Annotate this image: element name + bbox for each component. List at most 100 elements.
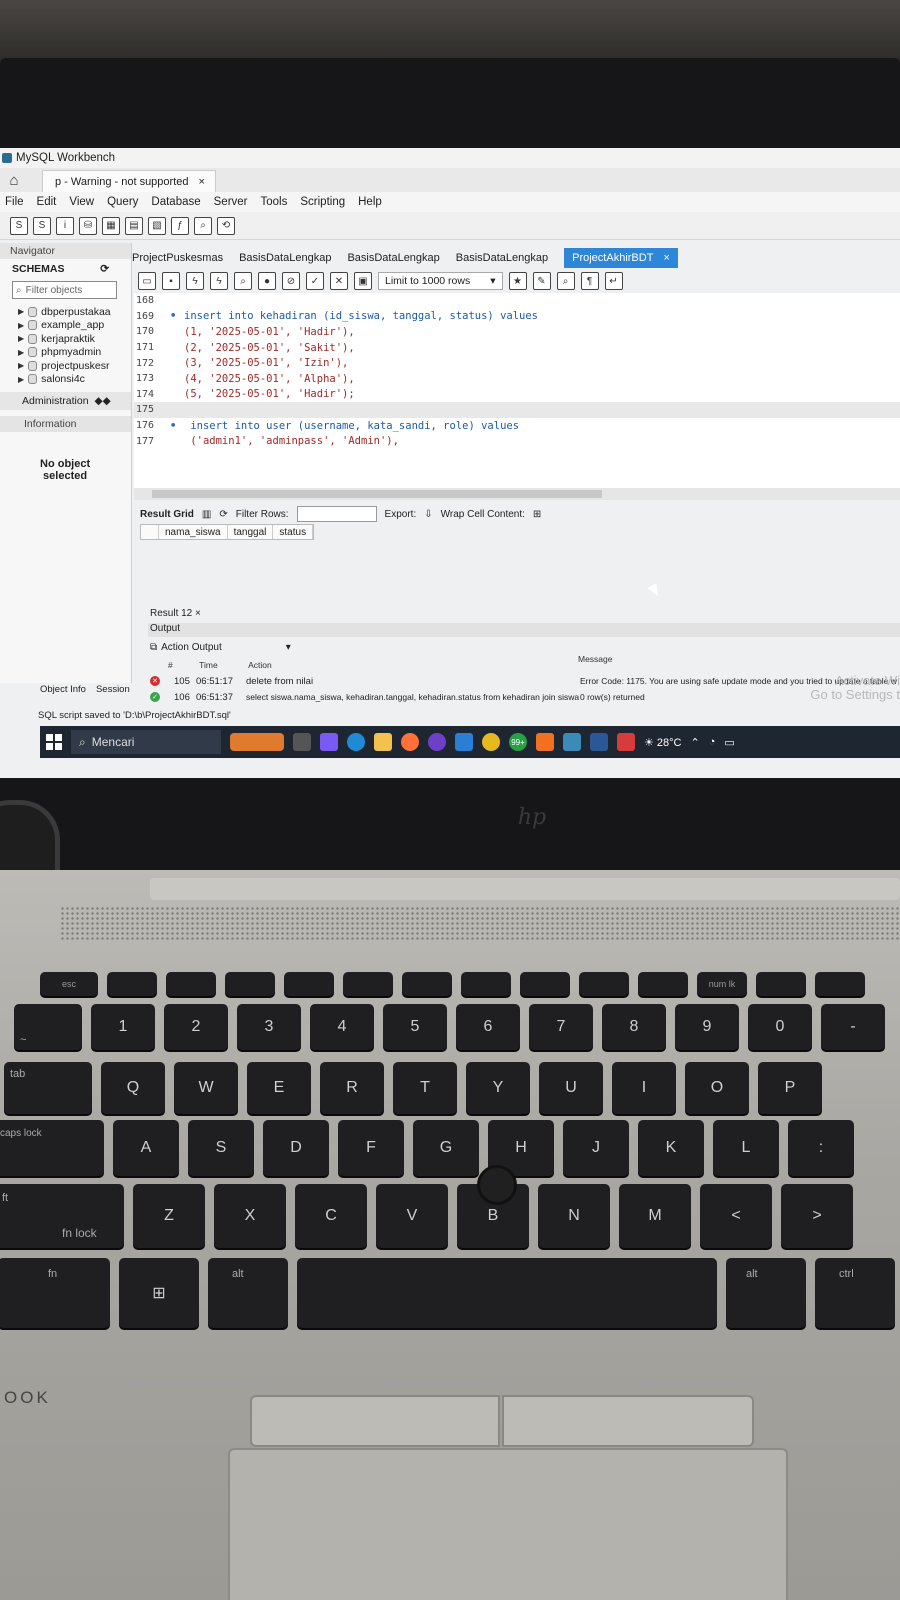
key[interactable]: T: [393, 1062, 457, 1114]
key[interactable]: 1: [91, 1004, 155, 1050]
autocommit-icon[interactable]: ▣: [354, 272, 372, 290]
whatsapp-icon[interactable]: 99+: [509, 733, 527, 751]
key[interactable]: 2: [164, 1004, 228, 1050]
key[interactable]: U: [539, 1062, 603, 1114]
scrollbar-thumb[interactable]: [152, 490, 602, 498]
menu-file[interactable]: File: [5, 196, 24, 208]
create-function-icon[interactable]: ƒ: [171, 216, 189, 235]
tab-basisdatalengkap[interactable]: BasisDataLengkap: [239, 248, 347, 268]
tab-projectakhirbdt[interactable]: ProjectAkhirBDT ×: [564, 248, 678, 268]
key[interactable]: [461, 972, 511, 996]
key[interactable]: N: [538, 1184, 610, 1248]
tab-object-info[interactable]: Object Info: [40, 684, 86, 695]
key[interactable]: S: [188, 1120, 254, 1176]
schema-item[interactable]: ▶ example_app: [0, 319, 131, 333]
weather-widget[interactable]: ☀ 28°C: [644, 736, 682, 749]
commit-icon[interactable]: ✓: [306, 272, 324, 290]
tab-basisdatalengkap[interactable]: BasisDataLengkap: [347, 248, 455, 268]
output-type-select[interactable]: ⧉ Action Output ▾: [150, 642, 291, 653]
result-tab[interactable]: Result 12 ×: [150, 608, 201, 619]
key[interactable]: :: [788, 1120, 854, 1176]
stop-icon[interactable]: ●: [258, 272, 276, 290]
key[interactable]: K: [638, 1120, 704, 1176]
expand-arrow-icon[interactable]: ▶: [18, 334, 24, 343]
open-file-icon[interactable]: ▭: [138, 272, 156, 290]
key[interactable]: 5: [383, 1004, 447, 1050]
mysql-workbench-icon[interactable]: [563, 733, 581, 751]
key[interactable]: F: [338, 1120, 404, 1176]
key[interactable]: 4: [310, 1004, 374, 1050]
open-sql-script-icon[interactable]: S: [33, 216, 51, 235]
key[interactable]: num lk: [697, 972, 747, 996]
key[interactable]: >: [781, 1184, 853, 1248]
filter-rows-input[interactable]: [296, 506, 377, 522]
close-icon[interactable]: ×: [199, 176, 205, 188]
menu-server[interactable]: Server: [214, 196, 248, 208]
shift-key[interactable]: ft fn lock: [0, 1184, 124, 1248]
column-header[interactable]: nama_siswa: [159, 525, 228, 539]
rollback-icon[interactable]: ✕: [330, 272, 348, 290]
menu-scripting[interactable]: Scripting: [300, 196, 345, 208]
menu-view[interactable]: View: [69, 196, 94, 208]
new-sql-tab-icon[interactable]: S: [10, 216, 28, 235]
key[interactable]: [284, 972, 334, 996]
invisible-chars-icon[interactable]: ¶: [580, 272, 599, 290]
connection-tab[interactable]: p - Warning - not supported ×: [42, 170, 216, 192]
tab-arrows-icon[interactable]: ◆◆: [95, 395, 111, 407]
task-view-icon[interactable]: [293, 733, 311, 751]
vscode-icon[interactable]: [455, 733, 473, 751]
key[interactable]: -: [821, 1004, 885, 1050]
alt-key[interactable]: alt: [208, 1258, 288, 1328]
key[interactable]: I: [612, 1062, 676, 1114]
copilot-icon[interactable]: [320, 733, 338, 751]
menu-tools[interactable]: Tools: [261, 196, 288, 208]
key[interactable]: [343, 972, 393, 996]
edge-icon[interactable]: [347, 733, 365, 751]
key[interactable]: O: [685, 1062, 749, 1114]
trackpad-right-button[interactable]: [502, 1395, 754, 1447]
key[interactable]: [225, 972, 275, 996]
menu-edit[interactable]: Edit: [37, 196, 57, 208]
key[interactable]: 8: [602, 1004, 666, 1050]
firefox-icon[interactable]: [401, 733, 419, 751]
key[interactable]: 0: [748, 1004, 812, 1050]
bookmark-icon[interactable]: ★: [508, 272, 527, 290]
chrome-icon[interactable]: [482, 733, 500, 751]
key[interactable]: E: [247, 1062, 311, 1114]
output-row[interactable]: ✓ 106 06:51:37 select siswa.nama_siswa, …: [150, 690, 900, 704]
result-grid-button[interactable]: Result Grid: [140, 509, 194, 520]
key[interactable]: 7: [529, 1004, 593, 1050]
app-icon[interactable]: [617, 733, 635, 751]
fn-key[interactable]: fn: [0, 1258, 110, 1328]
schema-item[interactable]: ▶ projectpuskesr: [0, 359, 131, 373]
menu-help[interactable]: Help: [358, 196, 382, 208]
export-icon[interactable]: ⇩: [424, 509, 432, 520]
spacebar[interactable]: [297, 1258, 717, 1328]
key[interactable]: R: [320, 1062, 384, 1114]
expand-arrow-icon[interactable]: ▶: [18, 361, 24, 370]
sql-editor[interactable]: 168 169 • insert into kehadiran (id_siswa,…: [134, 293, 900, 488]
key[interactable]: M: [619, 1184, 691, 1248]
key[interactable]: [756, 972, 806, 996]
create-view-icon[interactable]: ▤: [125, 216, 143, 235]
key[interactable]: X: [214, 1184, 286, 1248]
column-header[interactable]: tanggal: [228, 525, 274, 539]
toggle-errors-icon[interactable]: ⊘: [282, 272, 300, 290]
windows-key[interactable]: ⊞: [119, 1258, 199, 1328]
key[interactable]: ~: [14, 1004, 82, 1050]
trackpad-left-button[interactable]: [250, 1395, 500, 1447]
close-icon[interactable]: ×: [663, 252, 669, 264]
word-icon[interactable]: [590, 733, 608, 751]
github-icon[interactable]: [428, 733, 446, 751]
editor-horizontal-scrollbar[interactable]: [134, 488, 900, 500]
copy-icon[interactable]: ⧉: [150, 642, 157, 653]
network-icon[interactable]: ◔: [709, 736, 716, 748]
key[interactable]: [815, 972, 865, 996]
key[interactable]: C: [295, 1184, 367, 1248]
key[interactable]: 9: [675, 1004, 739, 1050]
key[interactable]: [579, 972, 629, 996]
alt-key[interactable]: alt: [726, 1258, 806, 1328]
battery-icon[interactable]: ▭: [724, 736, 734, 749]
key[interactable]: 3: [237, 1004, 301, 1050]
key[interactable]: 6: [456, 1004, 520, 1050]
